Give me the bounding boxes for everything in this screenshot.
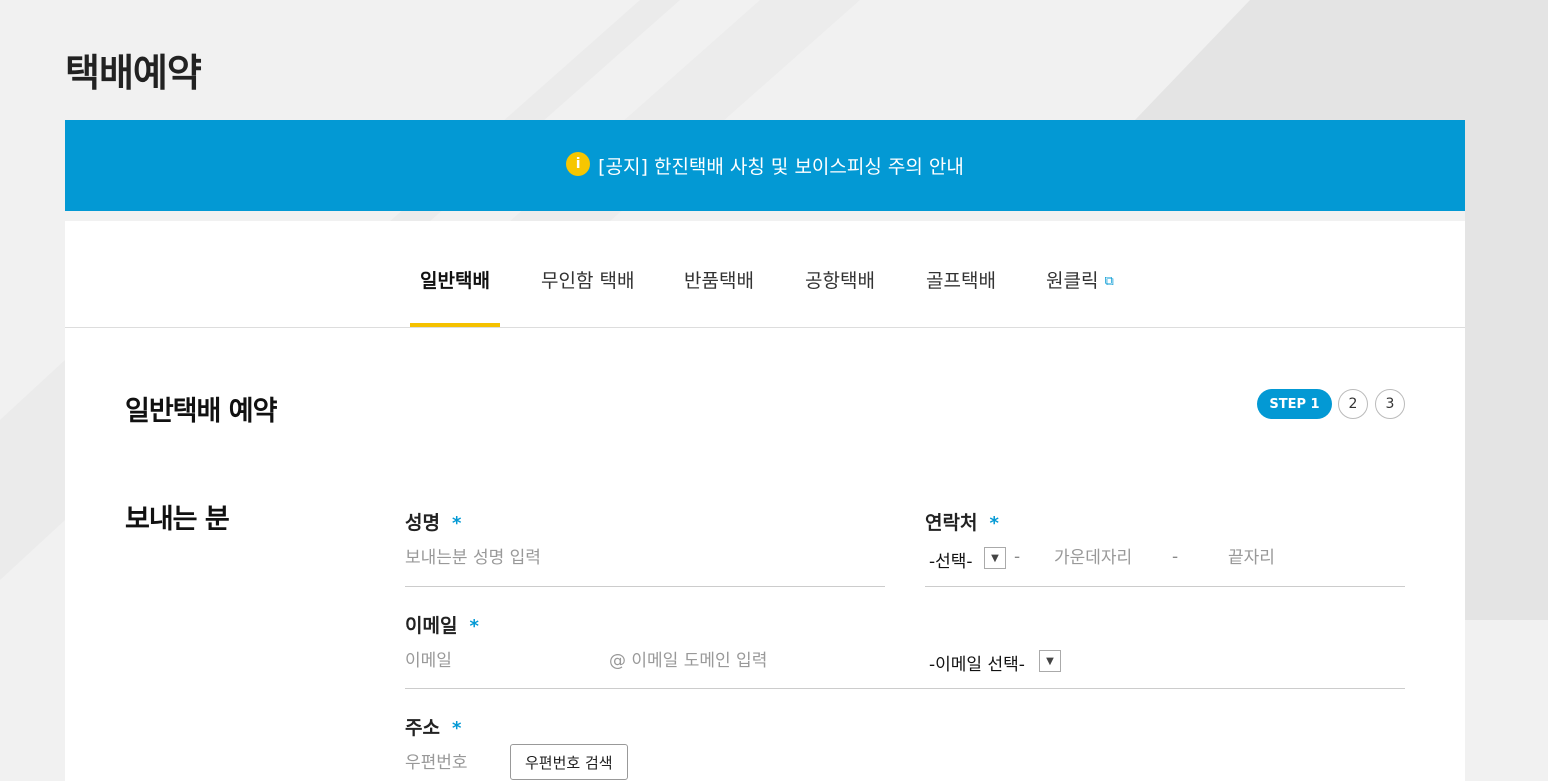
- email-label-text: 이메일: [405, 615, 458, 637]
- tab-general-delivery[interactable]: 일반택배: [410, 221, 500, 327]
- phone-last-input[interactable]: [1228, 546, 1328, 570]
- sender-name-input[interactable]: [405, 546, 875, 570]
- phone-prefix-select[interactable]: -선택-: [929, 547, 973, 572]
- tab-golf-delivery[interactable]: 골프택배: [926, 221, 996, 327]
- divider: [405, 586, 885, 587]
- phone-middle-input[interactable]: [1054, 546, 1154, 570]
- divider: [405, 688, 1405, 689]
- step-1-indicator: STEP 1: [1257, 389, 1332, 419]
- address-label: 주소 *: [405, 713, 461, 740]
- name-label-text: 성명: [405, 512, 440, 534]
- chevron-down-icon[interactable]: ▼: [1039, 650, 1061, 672]
- name-label: 성명 *: [405, 508, 461, 535]
- tab-label: 골프택배: [926, 270, 996, 292]
- tab-label: 반품택배: [684, 270, 754, 292]
- email-domain-select[interactable]: -이메일 선택-: [929, 650, 1025, 675]
- required-mark: *: [451, 513, 462, 534]
- tab-label: 공항택배: [805, 270, 875, 292]
- step-3-indicator: 3: [1375, 389, 1405, 419]
- email-label: 이메일 *: [405, 611, 479, 638]
- info-icon: i: [566, 151, 591, 176]
- reservation-card: 일반택배 무인함 택배 반품택배 공항택배 골프택배 원클릭 ⧉ 일반택배 예약 …: [65, 221, 1465, 781]
- tab-locker-delivery[interactable]: 무인함 택배: [541, 221, 634, 327]
- tab-label: 무인함 택배: [541, 270, 635, 292]
- tab-label: 원클릭: [1046, 270, 1099, 292]
- chevron-down-icon[interactable]: ▼: [984, 547, 1006, 569]
- step-2-indicator: 2: [1338, 389, 1368, 419]
- required-mark: *: [451, 718, 462, 739]
- address-label-text: 주소: [405, 717, 440, 739]
- sender-section-title: 보내는 분: [125, 504, 230, 535]
- notice-text[interactable]: [공지] 한진택배 사칭 및 보이스피싱 주의 안내: [598, 152, 964, 179]
- required-mark: *: [989, 513, 999, 534]
- email-id-input[interactable]: [405, 649, 595, 673]
- notice-banner[interactable]: i [공지] 한진택배 사칭 및 보이스피싱 주의 안내: [65, 120, 1465, 211]
- email-domain-input[interactable]: [609, 649, 909, 673]
- zipcode-search-button[interactable]: 우편번호 검색: [510, 744, 628, 780]
- contact-label-text: 연락처: [925, 512, 978, 534]
- tab-return-delivery[interactable]: 반품택배: [684, 221, 754, 327]
- tab-one-click[interactable]: 원클릭 ⧉: [1046, 221, 1114, 327]
- service-tabs: 일반택배 무인함 택배 반품택배 공항택배 골프택배 원클릭 ⧉: [65, 221, 1465, 328]
- external-link-icon: ⧉: [1104, 274, 1114, 289]
- phone-dash: -: [1014, 547, 1021, 567]
- contact-label: 연락처 *: [925, 508, 999, 535]
- page-title: 택배예약: [65, 51, 202, 95]
- phone-dash: -: [1172, 547, 1179, 567]
- required-mark: *: [469, 616, 479, 637]
- tab-airport-delivery[interactable]: 공항택배: [805, 221, 875, 327]
- tab-label: 일반택배: [420, 270, 490, 292]
- zipcode-input[interactable]: [405, 751, 495, 775]
- form-title: 일반택배 예약: [125, 396, 277, 427]
- divider: [925, 586, 1405, 587]
